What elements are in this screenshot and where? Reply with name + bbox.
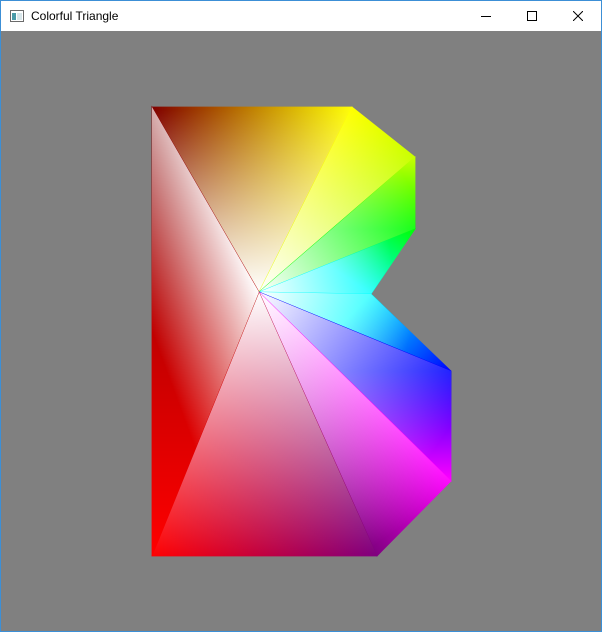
app-window: Colorful Triangle xyxy=(0,0,602,632)
title-bar[interactable]: Colorful Triangle xyxy=(1,1,601,31)
close-icon xyxy=(573,11,583,21)
maximize-icon xyxy=(527,11,537,21)
window-controls xyxy=(463,1,601,31)
app-icon xyxy=(9,8,25,24)
render-canvas xyxy=(1,31,601,631)
minimize-button[interactable] xyxy=(463,1,509,31)
window-title: Colorful Triangle xyxy=(31,9,119,23)
maximize-button[interactable] xyxy=(509,1,555,31)
minimize-icon xyxy=(481,16,491,17)
close-button[interactable] xyxy=(555,1,601,31)
colorful-shape xyxy=(151,105,452,557)
